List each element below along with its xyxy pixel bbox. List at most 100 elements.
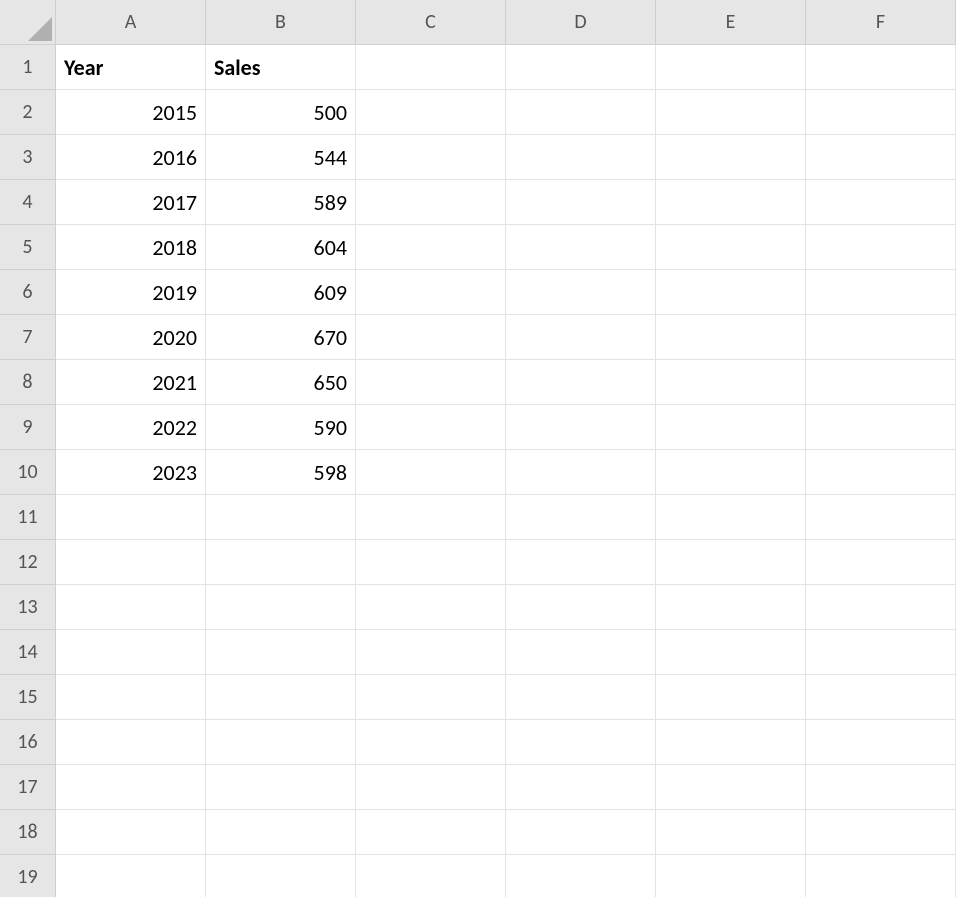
row-header-12[interactable]: 12 bbox=[0, 540, 56, 585]
cell-E3[interactable] bbox=[656, 135, 806, 180]
cell-D3[interactable] bbox=[506, 135, 656, 180]
cell-C9[interactable] bbox=[356, 405, 506, 450]
cell-E9[interactable] bbox=[656, 405, 806, 450]
cell-C11[interactable] bbox=[356, 495, 506, 540]
cell-E15[interactable] bbox=[656, 675, 806, 720]
cell-E18[interactable] bbox=[656, 810, 806, 855]
row-header-1[interactable]: 1 bbox=[0, 45, 56, 90]
cell-C8[interactable] bbox=[356, 360, 506, 405]
cell-E5[interactable] bbox=[656, 225, 806, 270]
row-header-5[interactable]: 5 bbox=[0, 225, 56, 270]
cell-F13[interactable] bbox=[806, 585, 956, 630]
cell-A15[interactable] bbox=[56, 675, 206, 720]
cell-B15[interactable] bbox=[206, 675, 356, 720]
cell-C19[interactable] bbox=[356, 855, 506, 897]
cell-F19[interactable] bbox=[806, 855, 956, 897]
cell-F6[interactable] bbox=[806, 270, 956, 315]
cell-A19[interactable] bbox=[56, 855, 206, 897]
cell-B16[interactable] bbox=[206, 720, 356, 765]
cell-F15[interactable] bbox=[806, 675, 956, 720]
cell-C4[interactable] bbox=[356, 180, 506, 225]
cell-F5[interactable] bbox=[806, 225, 956, 270]
cell-F2[interactable] bbox=[806, 90, 956, 135]
cell-A16[interactable] bbox=[56, 720, 206, 765]
cell-B13[interactable] bbox=[206, 585, 356, 630]
row-header-16[interactable]: 16 bbox=[0, 720, 56, 765]
cell-C18[interactable] bbox=[356, 810, 506, 855]
cell-F3[interactable] bbox=[806, 135, 956, 180]
cell-A10[interactable]: 2023 bbox=[56, 450, 206, 495]
cell-A18[interactable] bbox=[56, 810, 206, 855]
cell-D11[interactable] bbox=[506, 495, 656, 540]
cell-A3[interactable]: 2016 bbox=[56, 135, 206, 180]
cell-C10[interactable] bbox=[356, 450, 506, 495]
cell-B10[interactable]: 598 bbox=[206, 450, 356, 495]
cell-F14[interactable] bbox=[806, 630, 956, 675]
cell-C1[interactable] bbox=[356, 45, 506, 90]
row-header-3[interactable]: 3 bbox=[0, 135, 56, 180]
cell-D16[interactable] bbox=[506, 720, 656, 765]
cell-D5[interactable] bbox=[506, 225, 656, 270]
column-header-E[interactable]: E bbox=[656, 0, 806, 45]
column-header-C[interactable]: C bbox=[356, 0, 506, 45]
cell-E8[interactable] bbox=[656, 360, 806, 405]
column-header-A[interactable]: A bbox=[56, 0, 206, 45]
cell-D17[interactable] bbox=[506, 765, 656, 810]
cell-B12[interactable] bbox=[206, 540, 356, 585]
cell-D19[interactable] bbox=[506, 855, 656, 897]
cell-B14[interactable] bbox=[206, 630, 356, 675]
row-header-7[interactable]: 7 bbox=[0, 315, 56, 360]
cell-A5[interactable]: 2018 bbox=[56, 225, 206, 270]
cell-A1[interactable]: Year bbox=[56, 45, 206, 90]
row-header-9[interactable]: 9 bbox=[0, 405, 56, 450]
row-header-14[interactable]: 14 bbox=[0, 630, 56, 675]
cell-A12[interactable] bbox=[56, 540, 206, 585]
cell-D6[interactable] bbox=[506, 270, 656, 315]
cell-C15[interactable] bbox=[356, 675, 506, 720]
cell-C14[interactable] bbox=[356, 630, 506, 675]
cell-A9[interactable]: 2022 bbox=[56, 405, 206, 450]
cell-C17[interactable] bbox=[356, 765, 506, 810]
cell-B3[interactable]: 544 bbox=[206, 135, 356, 180]
cell-C2[interactable] bbox=[356, 90, 506, 135]
cell-A14[interactable] bbox=[56, 630, 206, 675]
cell-D7[interactable] bbox=[506, 315, 656, 360]
cell-E14[interactable] bbox=[656, 630, 806, 675]
cell-B9[interactable]: 590 bbox=[206, 405, 356, 450]
cell-A7[interactable]: 2020 bbox=[56, 315, 206, 360]
cell-F12[interactable] bbox=[806, 540, 956, 585]
cell-F11[interactable] bbox=[806, 495, 956, 540]
cell-A2[interactable]: 2015 bbox=[56, 90, 206, 135]
cell-A8[interactable]: 2021 bbox=[56, 360, 206, 405]
cell-D1[interactable] bbox=[506, 45, 656, 90]
cell-E12[interactable] bbox=[656, 540, 806, 585]
row-header-11[interactable]: 11 bbox=[0, 495, 56, 540]
cell-B11[interactable] bbox=[206, 495, 356, 540]
cell-D9[interactable] bbox=[506, 405, 656, 450]
cell-B4[interactable]: 589 bbox=[206, 180, 356, 225]
cell-A11[interactable] bbox=[56, 495, 206, 540]
column-header-B[interactable]: B bbox=[206, 0, 356, 45]
cell-E19[interactable] bbox=[656, 855, 806, 897]
row-header-10[interactable]: 10 bbox=[0, 450, 56, 495]
cell-E1[interactable] bbox=[656, 45, 806, 90]
cell-B18[interactable] bbox=[206, 810, 356, 855]
cell-F8[interactable] bbox=[806, 360, 956, 405]
row-header-15[interactable]: 15 bbox=[0, 675, 56, 720]
row-header-17[interactable]: 17 bbox=[0, 765, 56, 810]
cell-F17[interactable] bbox=[806, 765, 956, 810]
cell-E11[interactable] bbox=[656, 495, 806, 540]
row-header-13[interactable]: 13 bbox=[0, 585, 56, 630]
cell-F16[interactable] bbox=[806, 720, 956, 765]
cell-B19[interactable] bbox=[206, 855, 356, 897]
cell-F9[interactable] bbox=[806, 405, 956, 450]
cell-D18[interactable] bbox=[506, 810, 656, 855]
cell-E7[interactable] bbox=[656, 315, 806, 360]
select-all-corner[interactable] bbox=[0, 0, 56, 45]
cell-D12[interactable] bbox=[506, 540, 656, 585]
cell-D15[interactable] bbox=[506, 675, 656, 720]
cell-D14[interactable] bbox=[506, 630, 656, 675]
cell-C3[interactable] bbox=[356, 135, 506, 180]
cell-F10[interactable] bbox=[806, 450, 956, 495]
cell-E10[interactable] bbox=[656, 450, 806, 495]
